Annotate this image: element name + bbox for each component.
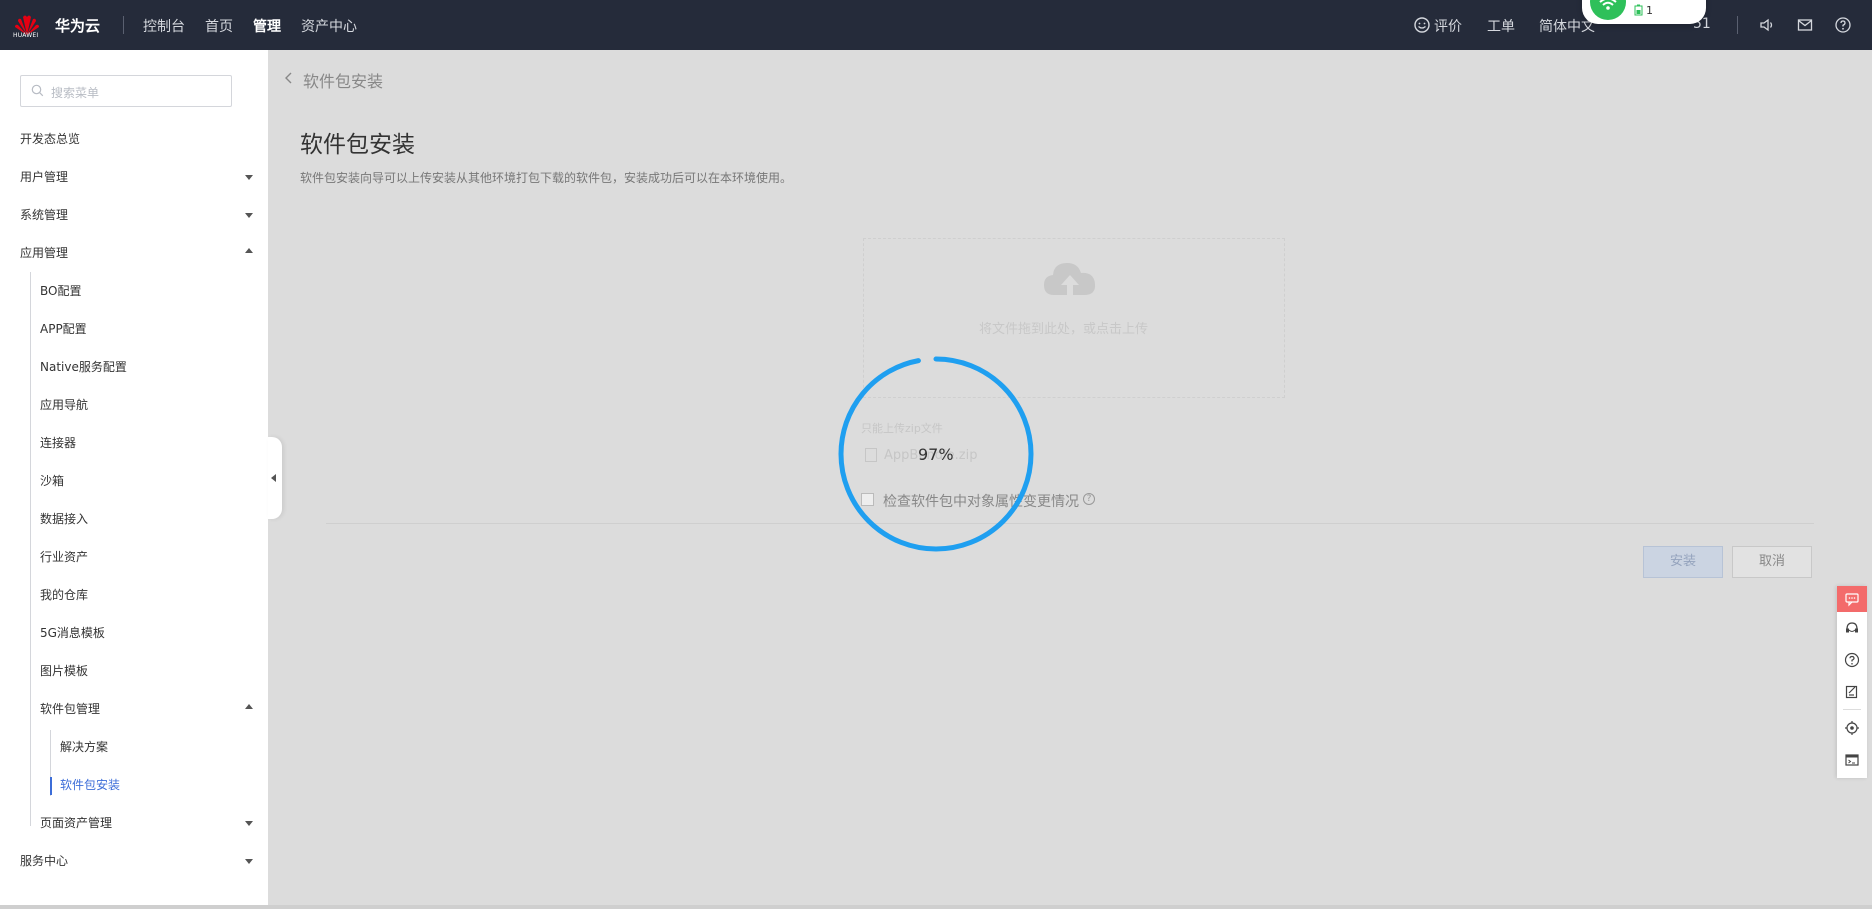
chevron-up-icon[interactable] (245, 704, 253, 709)
nav-asset-center[interactable]: 资产中心 (301, 16, 357, 36)
ticket-link[interactable]: 工单 (1487, 16, 1515, 36)
topbar-separator (1737, 16, 1738, 34)
feedback-button[interactable] (1837, 586, 1867, 612)
mail-icon[interactable] (1796, 16, 1814, 34)
breadcrumb[interactable]: 软件包安装 (303, 68, 383, 92)
huawei-logo-text: HUAWEI (13, 32, 39, 39)
menu-page-asset-management[interactable]: 页面资产管理 (40, 814, 112, 831)
customer-service-icon[interactable] (1844, 620, 1860, 636)
floating-toolbar (1837, 586, 1867, 778)
wifi-icon (1599, 0, 1617, 10)
menu-5g-message-template[interactable]: 5G消息模板 (40, 624, 105, 641)
sidebar: 搜索菜单 开发态总览 用户管理 系统管理 应用管理 BO配置 APP配置 Nat… (0, 50, 268, 905)
menu-user-management[interactable]: 用户管理 (20, 168, 68, 185)
cancel-button[interactable]: 取消 (1732, 546, 1812, 578)
section-divider (326, 523, 1814, 524)
help-icon[interactable] (1834, 16, 1852, 34)
menu-industry-assets[interactable]: 行业资产 (40, 548, 88, 565)
nav-home[interactable]: 首页 (205, 16, 233, 36)
nav-manage[interactable]: 管理 (253, 16, 281, 36)
rate-link[interactable]: 评价 (1434, 16, 1462, 36)
edit-note-icon[interactable] (1844, 684, 1860, 700)
chevron-down-icon[interactable] (245, 213, 253, 218)
nav-console[interactable]: 控制台 (143, 16, 185, 36)
menu-data-access[interactable]: 数据接入 (40, 510, 88, 527)
menu-solution[interactable]: 解决方案 (60, 738, 108, 755)
battery-icon (1634, 4, 1643, 16)
menu-sandbox[interactable]: 沙箱 (40, 472, 64, 489)
smile-icon[interactable] (1413, 16, 1431, 34)
question-circle-icon[interactable] (1844, 652, 1860, 668)
back-arrow-icon[interactable] (284, 71, 294, 85)
menu-search-input[interactable]: 搜索菜单 (20, 75, 232, 107)
progress-percentage: 97% (918, 445, 954, 464)
menu-app-management[interactable]: 应用管理 (20, 244, 68, 261)
chevron-up-icon[interactable] (245, 248, 253, 253)
bottom-scrollbar-track[interactable] (0, 905, 1872, 909)
menu-image-template[interactable]: 图片模板 (40, 662, 88, 679)
menu-package-management[interactable]: 软件包管理 (40, 700, 100, 717)
menu-my-repository[interactable]: 我的仓库 (40, 586, 88, 603)
question-icon[interactable]: ? (1083, 493, 1095, 505)
menu-service-center[interactable]: 服务中心 (20, 852, 68, 869)
menu-connector[interactable]: 连接器 (40, 434, 76, 451)
main-content: 软件包安装 软件包安装 软件包安装向导可以上传安装从其他环境打包下载的软件包，安… (268, 50, 1872, 905)
install-button[interactable]: 安装 (1643, 546, 1723, 578)
menu-bo-config[interactable]: BO配置 (40, 282, 81, 299)
search-placeholder: 搜索菜单 (51, 86, 100, 100)
menu-app-config[interactable]: APP配置 (40, 320, 87, 337)
upload-instruction: 将文件拖到此处，或点击上传 (979, 322, 1149, 337)
locate-icon[interactable] (1844, 720, 1860, 736)
menu-app-navigation[interactable]: 应用导航 (40, 396, 88, 413)
cloud-upload-icon (1044, 263, 1096, 295)
speaker-icon[interactable] (1758, 16, 1776, 34)
brand-name[interactable]: 华为云 (55, 15, 100, 36)
submenu-guide-line (30, 272, 31, 826)
chevron-down-icon[interactable] (245, 175, 253, 180)
active-indicator (50, 777, 52, 795)
menu-system-management[interactable]: 系统管理 (20, 206, 68, 223)
search-icon (31, 84, 44, 97)
wifi-count: 1 (1646, 4, 1653, 17)
toolbar-separator (1843, 709, 1861, 710)
chevron-down-icon[interactable] (245, 821, 253, 826)
chat-icon (1845, 593, 1859, 607)
wifi-badge (1590, 0, 1626, 20)
page-title: 软件包安装 (300, 132, 415, 158)
menu-native-service-config[interactable]: Native服务配置 (40, 358, 127, 375)
menu-package-install[interactable]: 软件包安装 (60, 776, 120, 793)
brand-separator (123, 16, 124, 34)
page-description: 软件包安装向导可以上传安装从其他环境打包下载的软件包，安装成功后可以在本环境使用… (300, 171, 793, 185)
chevron-down-icon[interactable] (245, 859, 253, 864)
menu-dev-overview[interactable]: 开发态总览 (20, 130, 80, 147)
terminal-icon[interactable] (1844, 752, 1860, 768)
wifi-notification: 1 (1582, 0, 1706, 24)
